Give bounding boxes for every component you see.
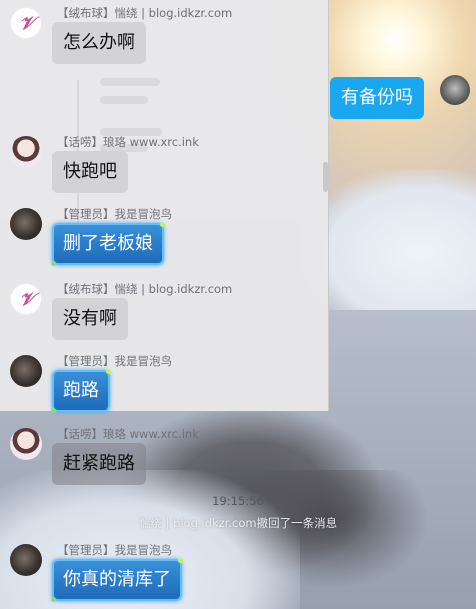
message-bubble-admin[interactable]: 删了老板娘 xyxy=(51,222,165,266)
panel-scrollbar[interactable] xyxy=(323,162,328,192)
message-bubble[interactable]: 没有啊 xyxy=(52,298,128,340)
sender-meta: 【绒布球】惴绕 | blog.idkzr.com xyxy=(57,282,233,296)
rong-avatar[interactable]: 𝒱 xyxy=(10,7,42,39)
sender-meta: 【绒布球】惴绕 | blog.idkzr.com xyxy=(57,6,233,20)
sender-meta: 【管理员】我是冒泡鸟 xyxy=(57,354,172,368)
avatar-letter: 𝒱 xyxy=(19,12,35,34)
admin-avatar[interactable] xyxy=(10,355,42,387)
message-bubble[interactable]: 快跑吧 xyxy=(52,151,128,193)
chat-message-self: 有备份吗 xyxy=(330,75,470,119)
sender-meta: 【话唠】琅珞 www.xrc.ink xyxy=(57,427,199,441)
sender-meta: 【话唠】琅珞 www.xrc.ink xyxy=(57,135,199,149)
sender-meta: 【管理员】我是冒泡鸟 xyxy=(57,543,172,557)
message-bubble-admin[interactable]: 你真的清库了 xyxy=(51,558,183,602)
lang-avatar[interactable] xyxy=(10,136,42,168)
sender-meta: 【管理员】我是冒泡鸟 xyxy=(57,207,172,221)
avatar-letter: 𝒱 xyxy=(19,288,35,310)
timestamp: 19:15:56 xyxy=(212,494,264,508)
admin-avatar[interactable] xyxy=(10,544,42,576)
message-bubble[interactable]: 赶紧跑路 xyxy=(52,443,146,485)
lang-avatar[interactable] xyxy=(10,428,42,460)
rong-avatar[interactable]: 𝒱 xyxy=(10,283,42,315)
admin-avatar[interactable] xyxy=(10,208,42,240)
overlay-panel xyxy=(0,0,329,411)
message-bubble[interactable]: 怎么办啊 xyxy=(52,22,146,64)
recall-notice: 惴绕 | blog.idkzr.com撤回了一条消息 xyxy=(138,516,338,530)
message-bubble-self[interactable]: 有备份吗 xyxy=(330,77,424,119)
message-bubble-admin[interactable]: 跑路 xyxy=(51,369,111,413)
me-avatar[interactable] xyxy=(440,75,470,105)
